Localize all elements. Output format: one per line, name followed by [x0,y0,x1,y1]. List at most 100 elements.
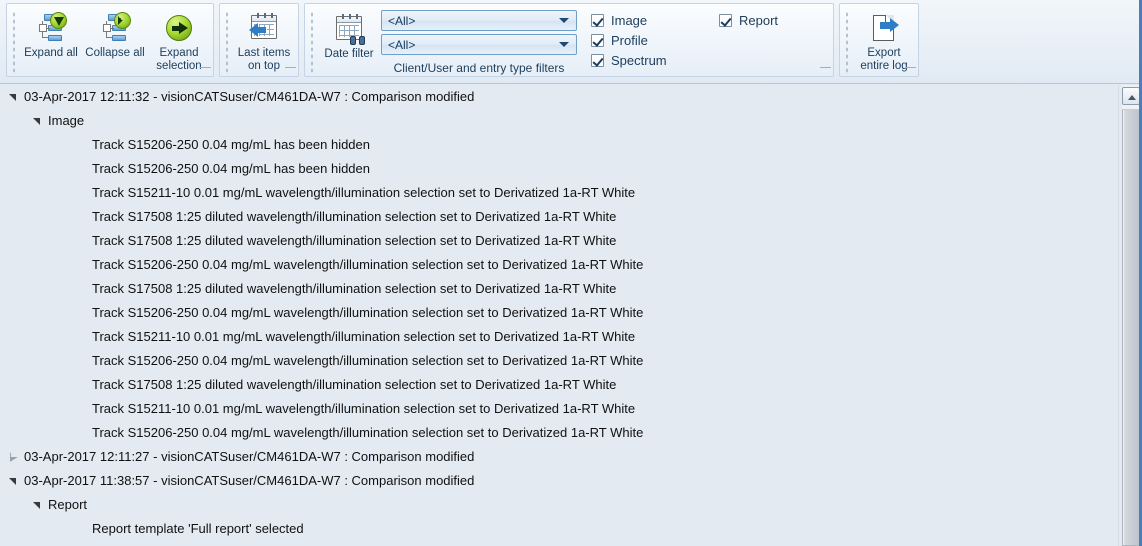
tree-row-label: Track S15206-250 0.04 mg/mL has been hid… [92,137,370,152]
ribbon-group-sorting: Last items on top [219,3,299,77]
checkbox-spectrum-box[interactable] [591,53,604,67]
tree-row[interactable]: Track S15206-250 0.04 mg/mL has been hid… [0,133,1118,157]
expander-expanded-icon[interactable] [28,109,48,133]
expander-expanded-icon[interactable] [4,85,24,109]
tree-row-label: 03-Apr-2017 12:11:27 - visionCATSuser/CM… [24,449,475,464]
export-entire-log-button[interactable]: Export entire log [852,7,916,74]
binoculars-icon [350,34,365,45]
tree-row[interactable]: 03-Apr-2017 12:11:27 - visionCATSuser/CM… [0,445,1118,469]
tree-row-label: Track S17508 1:25 diluted wavelength/ill… [92,377,617,392]
tree-row[interactable]: Track S15211-10 0.01 mg/mL wavelength/il… [0,325,1118,349]
checkbox-image[interactable]: Image [591,10,719,30]
last-items-on-top-button[interactable]: Last items on top [232,7,296,74]
last-items-on-top-label-2: on top [248,60,280,72]
entry-type-column-1: Image Profile Spectrum [591,10,719,70]
checkbox-spectrum[interactable]: Spectrum [591,50,719,70]
tree-row[interactable]: Track S15206-250 0.04 mg/mL has been hid… [0,157,1118,181]
tree-row[interactable]: Track S17508 1:25 diluted wavelength/ill… [0,277,1118,301]
collapse-all-icon [99,12,131,44]
tree-row-spacer [72,133,92,157]
expand-all-button[interactable]: Expand all [19,7,83,71]
tree-row-label: Image [48,113,85,128]
tree-row[interactable]: Track S15206-250 0.04 mg/mL wavelength/i… [0,253,1118,277]
expander-expanded-icon[interactable] [4,469,24,493]
tree-row-label: Track S17508 1:25 diluted wavelength/ill… [92,209,617,224]
tree-row[interactable]: Track S15206-250 0.04 mg/mL wavelength/i… [0,301,1118,325]
tree-row-label: Track S17508 1:25 diluted wavelength/ill… [92,233,617,248]
tree-row[interactable]: Image [0,109,1118,133]
client-filter-combobox[interactable]: <All> [381,10,577,31]
tree-row-spacer [72,205,92,229]
tree-row-spacer [72,325,92,349]
checkbox-report-label: Report [739,12,779,28]
expand-selection-icon [163,12,195,44]
ribbon-toolbar: Expand all Collapse all Expand selection [0,0,1142,84]
scroll-up-icon[interactable] [1122,87,1140,105]
expand-all-label: Expand all [24,47,78,59]
expander-collapsed-icon[interactable] [4,445,24,469]
entry-type-column-2: Report [719,10,829,70]
date-filter-button[interactable]: Date filter [317,8,381,66]
tree-row-spacer [72,301,92,325]
date-filter-label: Date filter [324,48,374,60]
group-grip [844,10,851,73]
tree-row[interactable]: Report [0,493,1118,517]
filters-caption: Client/User and entry type filters [393,61,565,75]
tree-row-spacer [72,181,92,205]
checkbox-report-box[interactable] [719,13,732,27]
group-grip [224,10,231,73]
tree-row-label: Track S15211-10 0.01 mg/mL wavelength/il… [92,401,636,416]
tree-row[interactable]: Track S17508 1:25 diluted wavelength/ill… [0,229,1118,253]
tree-row[interactable]: Track S15206-250 0.04 mg/mL wavelength/i… [0,349,1118,373]
checkbox-report[interactable]: Report [719,10,829,30]
tree-row[interactable]: Report template 'Full report' selected [0,517,1118,541]
chevron-down-icon[interactable] [559,42,569,47]
checkbox-profile-label: Profile [611,32,648,48]
date-filter-icon [333,13,365,45]
tree-row-spacer [72,229,92,253]
user-filter-value: <All> [388,37,416,52]
tree-row-label: 03-Apr-2017 11:38:57 - visionCATSuser/CM… [24,473,475,488]
tree-row-label: Track S15211-10 0.01 mg/mL wavelength/il… [92,185,636,200]
tree-row-spacer [72,397,92,421]
expander-expanded-icon[interactable] [28,493,48,517]
tree-row-label: Report [48,497,88,512]
chevron-down-icon[interactable] [559,18,569,23]
scrollbar-thumb[interactable] [1122,109,1140,546]
tree-row-spacer [72,349,92,373]
export-label-1: Export [867,47,901,59]
expand-selection-label-1: Expand [159,47,199,59]
tree-row-label: Track S15206-250 0.04 mg/mL wavelength/i… [92,353,644,368]
ribbon-group-expand-collapse: Expand all Collapse all Expand selection [6,3,214,77]
tree-row-spacer [72,421,92,445]
export-label-2: entire log [860,60,908,72]
collapse-all-button[interactable]: Collapse all [83,7,147,71]
tree-row-spacer [72,277,92,301]
tree-row-label: Track S15206-250 0.04 mg/mL has been hid… [92,161,370,176]
expand-all-icon [35,12,67,44]
tree-row-label: Track S15211-10 0.01 mg/mL wavelength/il… [92,329,636,344]
tree-row-label: Track S15206-250 0.04 mg/mL wavelength/i… [92,305,644,320]
client-user-filter-column: <All> <All> Client/User and entry type f… [381,8,577,75]
checkbox-profile[interactable]: Profile [591,30,719,50]
expand-selection-label-2: selection [156,60,202,72]
tree-row[interactable]: Track S15206-250 0.04 mg/mL wavelength/i… [0,421,1118,445]
user-filter-combobox[interactable]: <All> [381,34,577,55]
tree-row[interactable]: 03-Apr-2017 12:11:32 - visionCATSuser/CM… [0,85,1118,109]
tree-row-spacer [72,253,92,277]
log-treeview[interactable]: 03-Apr-2017 12:11:32 - visionCATSuser/CM… [0,85,1118,546]
tree-row[interactable]: Track S17508 1:25 diluted wavelength/ill… [0,373,1118,397]
tree-row-spacer [72,517,92,541]
checkbox-spectrum-label: Spectrum [611,52,667,68]
group-grip [11,10,18,73]
ribbon-group-export: Export entire log [839,3,919,77]
tree-row-label: Report template 'Full report' selected [92,521,304,536]
tree-row[interactable]: Track S15211-10 0.01 mg/mL wavelength/il… [0,397,1118,421]
tree-row[interactable]: Track S17508 1:25 diluted wavelength/ill… [0,205,1118,229]
expand-selection-button[interactable]: Expand selection [147,7,211,74]
checkbox-image-box[interactable] [591,13,604,27]
tree-row[interactable]: Track S15211-10 0.01 mg/mL wavelength/il… [0,181,1118,205]
tree-row-label: Track S15206-250 0.04 mg/mL wavelength/i… [92,425,644,440]
checkbox-profile-box[interactable] [591,33,604,47]
tree-row[interactable]: 03-Apr-2017 11:38:57 - visionCATSuser/CM… [0,469,1118,493]
